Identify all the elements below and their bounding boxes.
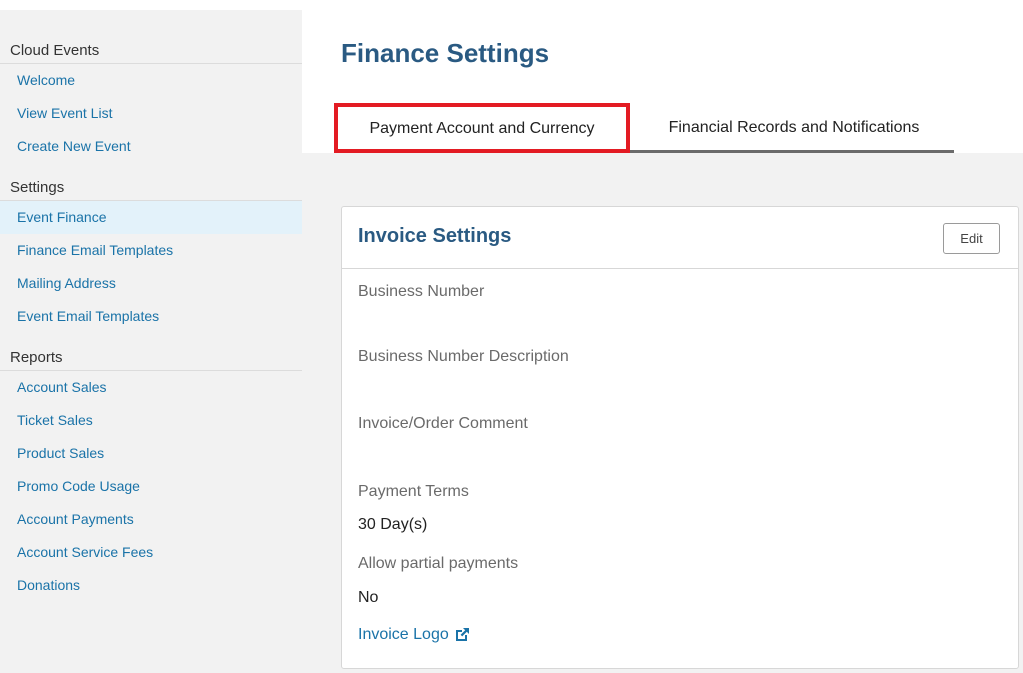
sidebar: Cloud Events Welcome View Event List Cre… [0, 10, 302, 673]
invoice-logo-label: Invoice Logo [358, 626, 449, 643]
card-header: Invoice Settings Edit [342, 207, 1018, 269]
sidebar-item-view-event-list[interactable]: View Event List [0, 97, 302, 130]
field-label-business-number-description: Business Number Description [358, 348, 569, 365]
main-content: Finance Settings Payment Account and Cur… [302, 0, 1023, 673]
sidebar-item-account-sales[interactable]: Account Sales [0, 371, 302, 404]
tab-financial-records-and-notifications[interactable]: Financial Records and Notifications [634, 103, 954, 153]
sidebar-item-product-sales[interactable]: Product Sales [0, 437, 302, 470]
sidebar-item-ticket-sales[interactable]: Ticket Sales [0, 404, 302, 437]
sidebar-item-finance-email-templates[interactable]: Finance Email Templates [0, 234, 302, 267]
sidebar-item-create-new-event[interactable]: Create New Event [0, 130, 302, 163]
sidebar-item-donations[interactable]: Donations [0, 569, 302, 602]
sidebar-section-reports: Reports [0, 344, 302, 371]
invoice-logo-link[interactable]: Invoice Logo [358, 626, 471, 644]
sidebar-item-promo-code-usage[interactable]: Promo Code Usage [0, 470, 302, 503]
sidebar-item-event-email-templates[interactable]: Event Email Templates [0, 300, 302, 333]
field-value-payment-terms: 30 Day(s) [358, 516, 428, 533]
invoice-settings-card: Invoice Settings Edit Business Number Bu… [341, 206, 1019, 669]
page-title: Finance Settings [341, 38, 550, 68]
field-label-payment-terms: Payment Terms [358, 483, 469, 500]
card-title: Invoice Settings [358, 225, 512, 247]
sidebar-item-account-service-fees[interactable]: Account Service Fees [0, 536, 302, 569]
field-label-invoice-order-comment: Invoice/Order Comment [358, 415, 528, 432]
edit-button[interactable]: Edit [943, 223, 1000, 254]
field-label-allow-partial-payments: Allow partial payments [358, 555, 519, 572]
field-label-business-number: Business Number [358, 283, 485, 300]
tab-payment-account-and-currency[interactable]: Payment Account and Currency [334, 103, 630, 153]
sidebar-item-mailing-address[interactable]: Mailing Address [0, 267, 302, 300]
tab-bar: Payment Account and Currency Financial R… [334, 103, 954, 153]
sidebar-item-account-payments[interactable]: Account Payments [0, 503, 302, 536]
sidebar-section-cloud-events: Cloud Events [0, 37, 302, 64]
external-link-icon [455, 628, 469, 641]
sidebar-item-event-finance[interactable]: Event Finance [0, 201, 302, 234]
sidebar-section-settings: Settings [0, 174, 302, 201]
sidebar-item-welcome[interactable]: Welcome [0, 64, 302, 97]
field-value-allow-partial-payments: No [358, 589, 379, 606]
